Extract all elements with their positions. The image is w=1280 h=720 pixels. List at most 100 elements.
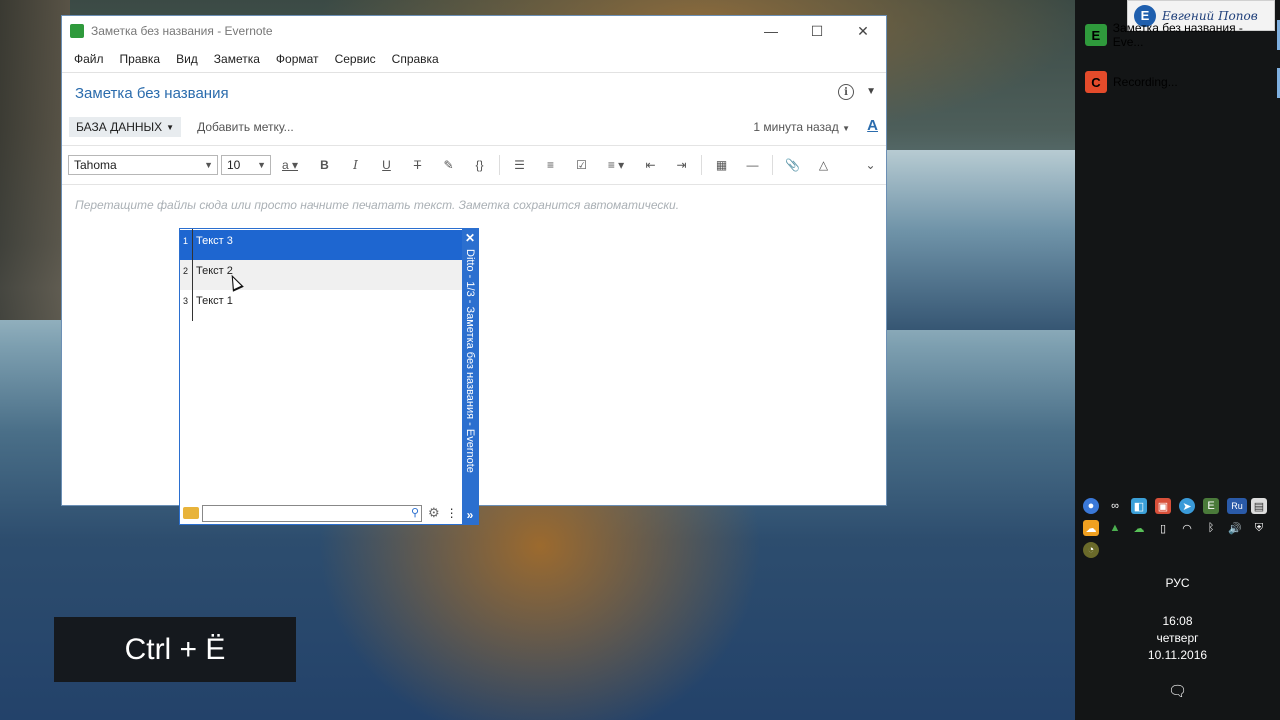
highlight-icon[interactable]: ✎ [433, 158, 464, 172]
globe-icon[interactable]: ● [1083, 498, 1099, 514]
sync-icon[interactable]: ☁ [1131, 520, 1147, 536]
clock-date: 10.11.2016 [1147, 648, 1208, 662]
menu-help[interactable]: Справка [384, 52, 447, 66]
app-icon[interactable]: ▣ [1155, 498, 1171, 514]
notebook-label: БАЗА ДАННЫХ [76, 120, 163, 134]
code-icon[interactable]: {} [464, 158, 495, 172]
evernote-app-icon [70, 24, 84, 38]
note-title[interactable]: Заметка без названия [75, 85, 229, 102]
checkbox-icon[interactable]: ☑ [566, 158, 597, 172]
menu-file[interactable]: Файл [66, 52, 112, 66]
clip-text: Текст 1 [196, 295, 233, 307]
ditto-popup: 1 Текст 3 2 Текст 2 3 Текст 1 ✕ Ditto - … [179, 228, 479, 525]
align-icon[interactable]: ≡ ▾ [597, 158, 635, 172]
updated-label: 1 минута назад [753, 120, 839, 134]
ditto-caption: Ditto - 1/3 - Заметка без названия - Eve… [464, 249, 476, 473]
volume-icon[interactable]: 🔊 [1227, 520, 1243, 536]
horizontal-rule-icon[interactable]: — [737, 158, 768, 172]
toolbar-separator [499, 155, 500, 175]
menu-view[interactable]: Вид [168, 52, 206, 66]
link-icon[interactable]: ∞ [1107, 498, 1123, 514]
taskbar-item-recording[interactable]: C Recording... [1085, 70, 1275, 94]
font-size-select[interactable]: 10 ▼ [221, 155, 271, 175]
taskbar [1075, 0, 1280, 720]
notifications-icon[interactable]: 🗨 [1075, 682, 1280, 700]
shield-icon[interactable]: ⛨ [1251, 520, 1267, 536]
menu-note[interactable]: Заметка [206, 52, 268, 66]
strikethrough-icon[interactable]: T [402, 158, 433, 172]
font-family-value: Tahoma [74, 158, 117, 172]
list-divider [192, 229, 193, 321]
close-icon[interactable]: ✕ [462, 231, 478, 245]
menu-format[interactable]: Формат [268, 52, 327, 66]
menu-bar: Файл Правка Вид Заметка Формат Сервис Сп… [62, 46, 886, 73]
toolbar-separator [701, 155, 702, 175]
underline-icon[interactable]: U [371, 158, 402, 172]
bullet-list-icon[interactable]: ☰ [504, 158, 535, 172]
wifi-icon[interactable]: ◠ [1179, 520, 1195, 536]
note-body-placeholder[interactable]: Перетащите файлы сюда или просто начните… [75, 198, 679, 212]
folder-icon[interactable] [183, 507, 199, 519]
google-drive-icon[interactable]: ▲ [1107, 520, 1123, 536]
usb-icon[interactable]: ▯ [1155, 520, 1171, 536]
window-title: Заметка без названия - Evernote [91, 24, 273, 38]
list-item[interactable]: 2 Текст 2 [180, 260, 462, 290]
speedometer-icon[interactable]: ◔ [1083, 542, 1099, 558]
evernote-icon: E [1085, 24, 1107, 46]
printer-icon[interactable]: ▤ [1251, 498, 1267, 514]
format-toolbar: Tahoma ▼ 10 ▼ a ▾ B I U T ✎ {} ☰ ≡ ☑ ≡ ▾… [62, 145, 886, 185]
close-button[interactable]: ✕ [840, 16, 886, 46]
expand-icon[interactable]: » [462, 508, 478, 522]
ru-keyboard-icon[interactable]: Ru [1227, 498, 1247, 514]
table-icon[interactable]: ▦ [706, 158, 737, 172]
title-bar[interactable]: Заметка без названия - Evernote — ☐ ✕ [62, 16, 886, 46]
maximize-button[interactable]: ☐ [794, 16, 840, 46]
cloud-app-icon[interactable]: ◧ [1131, 498, 1147, 514]
clip-text: Текст 2 [196, 265, 233, 277]
weather-icon[interactable]: ☁ [1083, 520, 1099, 536]
clip-number: 1 [183, 236, 189, 246]
search-input[interactable]: ⚲ [202, 504, 422, 522]
minimize-button[interactable]: — [748, 16, 794, 46]
search-icon[interactable]: ⚲ [411, 506, 419, 519]
info-icon[interactable]: i [838, 84, 854, 100]
bluetooth-icon[interactable]: ᛒ [1203, 520, 1219, 536]
notebook-button[interactable]: БАЗА ДАННЫХ ▼ [69, 117, 182, 137]
clip-number: 2 [183, 266, 189, 276]
font-color-icon[interactable]: a ▾ [271, 158, 309, 172]
telegram-icon[interactable]: ➤ [1179, 498, 1195, 514]
drive-icon[interactable]: △ [808, 158, 839, 172]
font-settings-icon[interactable]: A [867, 117, 878, 134]
ditto-caption-bar[interactable]: ✕ Ditto - 1/3 - Заметка без названия - E… [462, 229, 478, 524]
clock-time[interactable]: 16:08 [1075, 614, 1280, 628]
updated-time[interactable]: 1 минута назад ▼ [753, 120, 850, 134]
italic-icon[interactable]: I [340, 158, 371, 172]
gear-icon[interactable]: ⚙ [428, 505, 440, 521]
bold-icon[interactable]: B [309, 158, 340, 172]
attach-icon[interactable]: 📎 [777, 158, 808, 172]
more-icon[interactable]: ⌄ [855, 158, 886, 172]
evernote-tray-icon[interactable]: E [1203, 498, 1219, 514]
clip-number: 3 [183, 296, 189, 306]
hotkey-overlay: Ctrl + Ё [54, 617, 296, 682]
language-indicator[interactable]: РУС [1075, 576, 1280, 590]
taskbar-item-evernote[interactable]: E Заметка без названия - Eve... [1085, 21, 1275, 49]
list-item[interactable]: 3 Текст 1 [180, 290, 462, 320]
menu-edit[interactable]: Правка [112, 52, 169, 66]
indent-icon[interactable]: ⇥ [666, 158, 697, 172]
font-size-value: 10 [227, 158, 241, 172]
numbered-list-icon[interactable]: ≡ [535, 158, 566, 172]
taskbar-item-label: Recording... [1113, 75, 1178, 89]
taskbar-item-label: Заметка без названия - Eve... [1112, 21, 1243, 49]
list-item[interactable]: 1 Текст 3 [180, 230, 462, 260]
add-tag-button[interactable]: Добавить метку... [197, 120, 294, 134]
clock-weekday: четверг [1156, 631, 1199, 645]
outdent-icon[interactable]: ⇤ [635, 158, 666, 172]
menu-tools[interactable]: Сервис [327, 52, 384, 66]
font-family-select[interactable]: Tahoma ▼ [68, 155, 218, 175]
caret-down-icon[interactable]: ▼ [866, 86, 876, 97]
kebab-menu-icon[interactable]: ⋮ [446, 506, 458, 520]
chevron-down-icon: ▼ [842, 124, 850, 133]
system-tray: ● ∞ ◧ ▣ ➤ E Ru ▤ ☁ ▲ ☁ ▯ ◠ ᛒ 🔊 ⛨ ◔ [1083, 498, 1273, 558]
toolbar-separator [772, 155, 773, 175]
